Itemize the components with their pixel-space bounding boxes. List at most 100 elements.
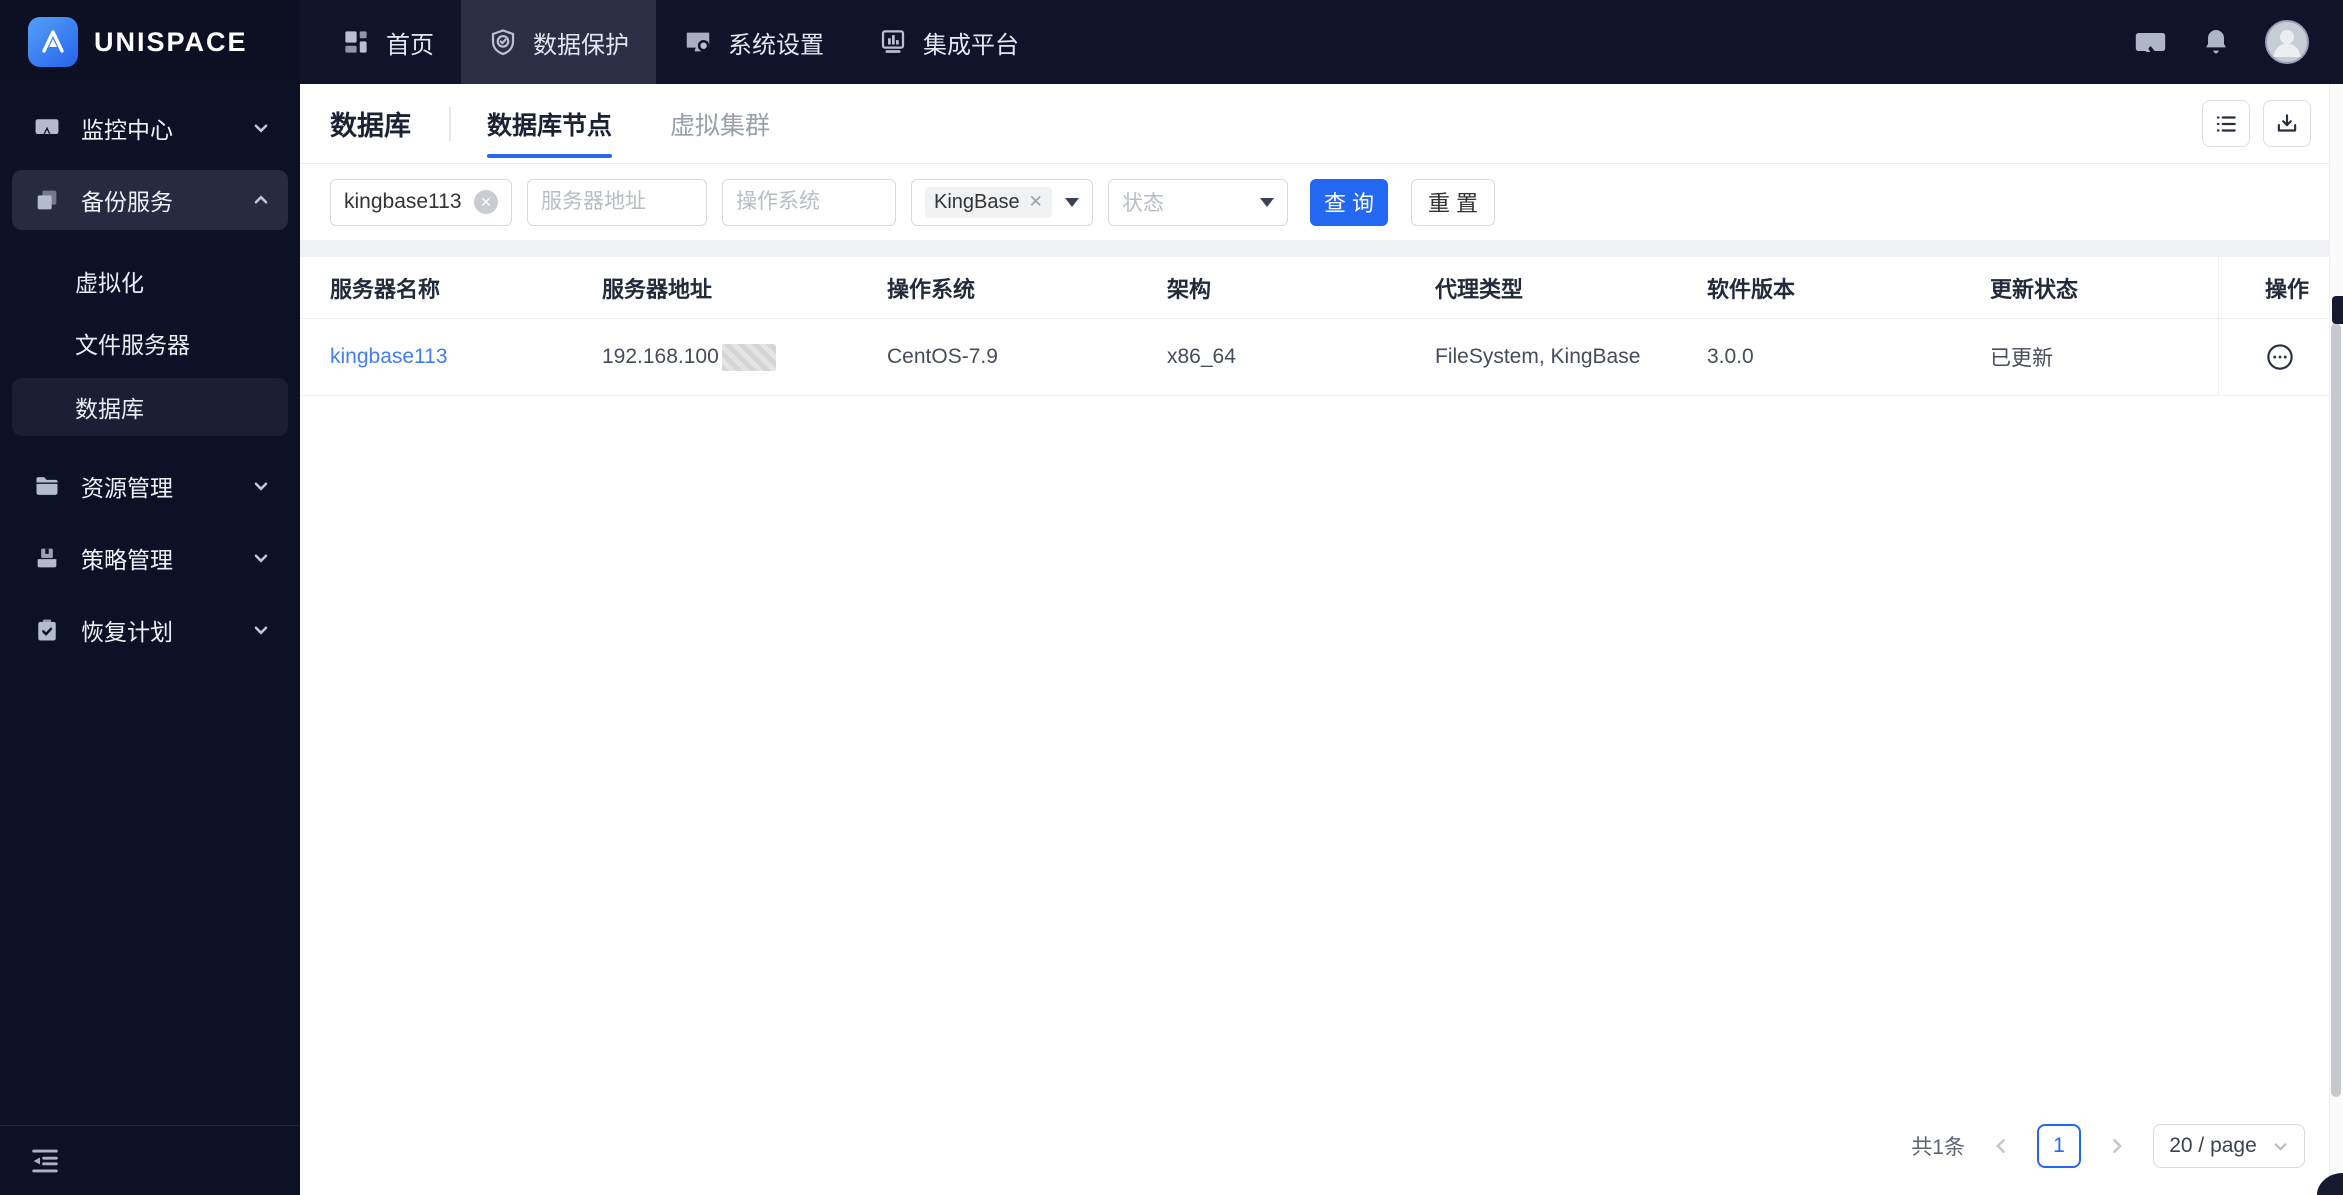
col-header-arch: 架构 xyxy=(1167,276,1212,302)
redacted-ip-blur xyxy=(721,343,776,371)
sidebar-item-monitoring-center[interactable]: 监控中心 xyxy=(12,98,288,158)
sidebar-item-policy-management[interactable]: 策略管理 xyxy=(12,528,288,588)
integration-icon xyxy=(878,27,908,57)
page-size-select[interactable]: 20 / page xyxy=(2153,1124,2305,1168)
app-root: UNISPACE 首页 数据保护 系统设置 集成平台 监控中心 备份服务 虚拟化… xyxy=(0,0,2343,1195)
agent-type-tag: KingBase ✕ xyxy=(925,186,1052,218)
sidebar-subitem-label: 文件服务器 xyxy=(75,332,190,358)
chevron-down-icon xyxy=(252,621,270,639)
sidebar-item-recovery-plan[interactable]: 恢复计划 xyxy=(12,600,288,660)
server-address-text: 192.168.100 xyxy=(602,344,719,368)
policy-archive-icon xyxy=(33,544,61,572)
page-next-icon[interactable] xyxy=(2107,1136,2127,1156)
remove-tag-icon[interactable]: ✕ xyxy=(1029,192,1043,212)
cell-arch: x86_64 xyxy=(1167,345,1236,368)
col-header-os: 操作系统 xyxy=(887,276,976,302)
message-icon[interactable] xyxy=(2131,24,2167,60)
caret-down-icon xyxy=(1260,197,1274,207)
ellipsis-circle-icon[interactable] xyxy=(2265,342,2295,372)
cell-version: 3.0.0 xyxy=(1707,345,1754,368)
topbar-right xyxy=(2131,0,2343,84)
list-view-icon xyxy=(2213,111,2239,137)
sidebar-subitem-file-server[interactable]: 文件服务器 xyxy=(12,316,288,370)
os-input[interactable] xyxy=(736,190,882,214)
nav-item-label: 集成平台 xyxy=(923,31,1019,59)
sidebar-subitem-virtualization[interactable]: 虚拟化 xyxy=(12,254,288,308)
nav-item-label: 系统设置 xyxy=(728,31,824,59)
title-divider xyxy=(449,106,451,141)
col-header-agent-type: 代理类型 xyxy=(1435,276,1524,302)
agent-type-select[interactable]: KingBase ✕ xyxy=(911,178,1093,226)
col-header-version: 软件版本 xyxy=(1707,276,1796,302)
chevron-down-icon xyxy=(252,477,270,495)
status-placeholder: 状态 xyxy=(1122,192,1164,215)
backup-copy-icon xyxy=(33,186,61,214)
status-select[interactable]: 状态 xyxy=(1108,178,1288,226)
page-size-value: 20 / page xyxy=(2169,1134,2257,1157)
edge-clipped-widget xyxy=(2332,296,2343,324)
os-filter xyxy=(722,178,896,226)
avatar[interactable] xyxy=(2265,20,2309,64)
server-address-filter xyxy=(527,178,707,226)
chevron-down-icon xyxy=(252,549,270,567)
section-gap xyxy=(300,240,2343,257)
nav-item-system-settings[interactable]: 系统设置 xyxy=(656,0,851,84)
nav-item-data-protection[interactable]: 数据保护 xyxy=(461,0,656,84)
sidebar-subitem-label: 虚拟化 xyxy=(75,270,144,296)
server-address-input[interactable] xyxy=(541,190,693,214)
nav-item-integration-platform[interactable]: 集成平台 xyxy=(851,0,1046,84)
table-toolbar xyxy=(2202,100,2311,147)
tab-database-node[interactable]: 数据库节点 xyxy=(487,84,613,163)
list-view-button[interactable] xyxy=(2202,100,2250,147)
caret-down-icon xyxy=(1065,197,1079,207)
cell-update-status: 已更新 xyxy=(1990,347,2053,370)
table-header-row: 服务器名称 服务器地址 操作系统 架构 代理类型 软件版本 更新状态 操作 xyxy=(300,257,2343,319)
main-content: 数据库 数据库节点 虚拟集群 kingbase113 ✕ 服务器地址 操作系统 … xyxy=(300,84,2343,1195)
server-name-filter[interactable]: kingbase113 ✕ xyxy=(330,178,512,226)
page-number-1[interactable]: 1 xyxy=(2037,1124,2081,1168)
download-button[interactable] xyxy=(2263,100,2311,147)
folder-icon xyxy=(33,472,61,500)
recovery-clipboard-icon xyxy=(33,616,61,644)
cell-server-address: 192.168.100 xyxy=(572,343,857,371)
tab-virtual-cluster[interactable]: 虚拟集群 xyxy=(670,84,770,163)
clear-circle-icon[interactable]: ✕ xyxy=(474,190,498,214)
chevron-down-icon xyxy=(252,119,270,137)
sidebar-subitem-database[interactable]: 数据库 xyxy=(12,378,288,436)
pagination: 共1条 1 20 / page xyxy=(1911,1124,2305,1168)
sidebar-item-label: 资源管理 xyxy=(81,475,173,501)
scrollbar-thumb[interactable] xyxy=(2331,323,2341,1097)
sidebar-item-label: 监控中心 xyxy=(81,117,173,143)
server-name-link[interactable]: kingbase113 xyxy=(330,345,448,368)
sidebar-subitem-label: 数据库 xyxy=(75,396,144,422)
chevron-up-icon xyxy=(252,191,270,209)
tab-bar: 数据库 数据库节点 虚拟集群 xyxy=(300,84,2343,164)
top-navigation: 首页 数据保护 系统设置 集成平台 xyxy=(314,0,1046,84)
nav-item-label: 首页 xyxy=(386,31,434,59)
search-button[interactable]: 查 询 xyxy=(1310,178,1388,226)
brand-name: UNISPACE xyxy=(94,26,248,57)
reset-button[interactable]: 重 置 xyxy=(1411,178,1495,226)
col-header-server-address: 服务器地址 xyxy=(602,276,713,302)
sidebar-item-backup-service[interactable]: 备份服务 xyxy=(12,170,288,230)
nav-item-home[interactable]: 首页 xyxy=(314,0,461,84)
sidebar-item-label: 策略管理 xyxy=(81,547,173,573)
table-section: 服务器名称 服务器地址 操作系统 架构 代理类型 软件版本 更新状态 操作 ki… xyxy=(300,257,2343,1195)
server-name-value: kingbase113 xyxy=(344,190,462,213)
sidebar: 监控中心 备份服务 虚拟化 文件服务器 数据库 资源管理 策略管理 恢复计划 xyxy=(0,84,300,1195)
collapse-sidebar-icon[interactable] xyxy=(28,1144,62,1178)
shield-check-icon xyxy=(488,27,518,57)
sidebar-footer xyxy=(0,1125,300,1195)
scrollbar-track[interactable] xyxy=(2329,84,2343,1195)
filter-bar: kingbase113 ✕ KingBase ✕ 状态 xyxy=(300,164,2343,240)
shell: 监控中心 备份服务 虚拟化 文件服务器 数据库 资源管理 策略管理 恢复计划 数… xyxy=(0,84,2343,1195)
pagination-total: 共1条 xyxy=(1911,1136,1965,1159)
table-row: kingbase113 192.168.100 CentOS-7.9 x86_6… xyxy=(300,319,2343,396)
col-header-actions: 操作 xyxy=(2218,257,2343,318)
page-title: 数据库 xyxy=(330,111,411,141)
sidebar-item-resource-management[interactable]: 资源管理 xyxy=(12,456,288,516)
sidebar-submenu-backup: 虚拟化 文件服务器 数据库 xyxy=(0,254,300,436)
bell-icon[interactable] xyxy=(2200,26,2232,58)
dashboard-icon xyxy=(341,27,371,57)
page-prev-icon[interactable] xyxy=(1991,1136,2011,1156)
